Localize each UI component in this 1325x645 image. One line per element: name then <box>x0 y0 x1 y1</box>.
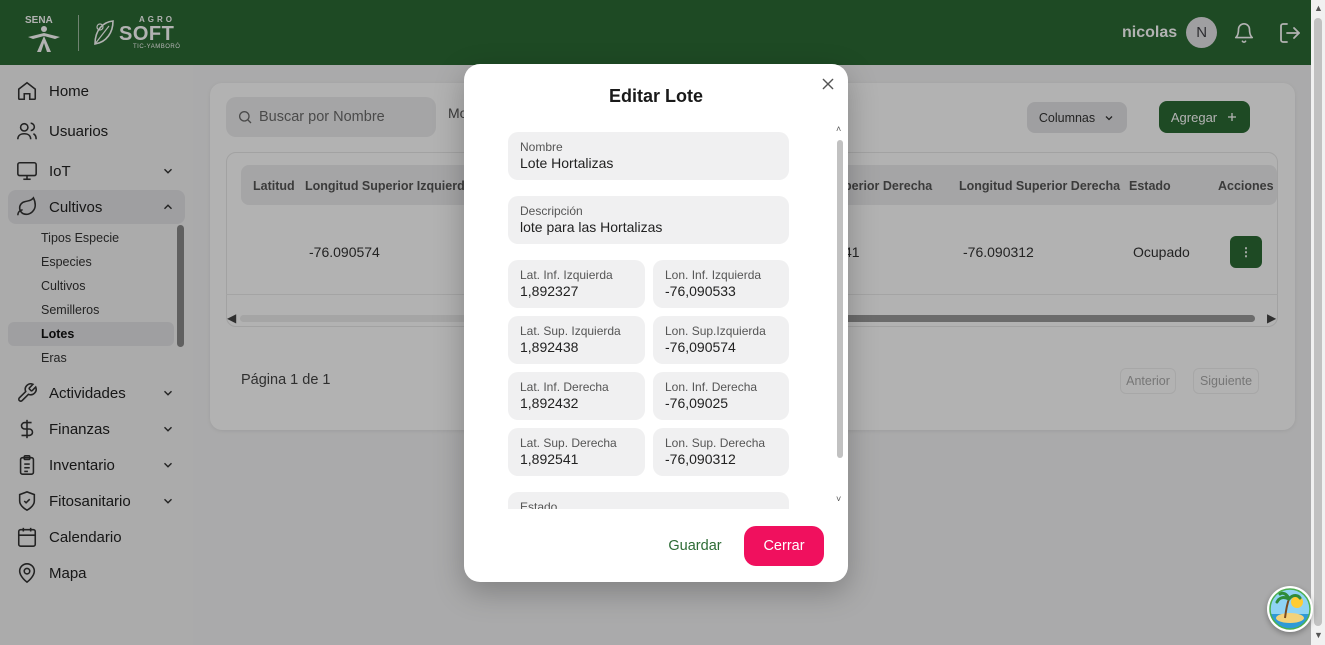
field-label: Lat. Sup. Derecha <box>520 436 617 450</box>
field-label: Lon. Sup. Derecha <box>665 436 766 450</box>
close-icon[interactable] <box>821 77 835 91</box>
lon-sup-izq-field[interactable]: Lon. Sup.Izquierda -76,090574 <box>653 316 789 364</box>
modal-body: Nombre Lote Hortalizas Descripción lote … <box>464 124 848 509</box>
scroll-up-icon[interactable]: ˄ <box>836 124 841 134</box>
field-value[interactable]: Lote Hortalizas <box>520 155 613 171</box>
lat-inf-der-field[interactable]: Lat. Inf. Derecha 1,892432 <box>508 372 645 420</box>
floating-assistant-button[interactable] <box>1267 586 1313 632</box>
field-value[interactable]: -76,090574 <box>665 339 736 355</box>
field-value[interactable]: lote para las Hortalizas <box>520 219 662 235</box>
descripcion-field[interactable]: Descripción lote para las Hortalizas <box>508 196 789 244</box>
lat-sup-izq-field[interactable]: Lat. Sup. Izquierda 1,892438 <box>508 316 645 364</box>
modal-scrollbar[interactable]: ˄ ˅ <box>836 124 844 509</box>
cancel-button[interactable]: Cerrar <box>744 526 824 566</box>
lat-inf-izq-field[interactable]: Lat. Inf. Izquierda 1,892327 <box>508 260 645 308</box>
field-value[interactable]: -76,09025 <box>665 395 728 411</box>
field-label: Lon. Inf. Derecha <box>665 380 758 394</box>
field-label: Lat. Inf. Derecha <box>520 380 609 394</box>
scroll-down-icon[interactable]: ▼ <box>1314 630 1323 640</box>
field-label: Lon. Sup.Izquierda <box>665 324 766 338</box>
scroll-down-icon[interactable]: ˅ <box>836 494 841 504</box>
field-value[interactable]: 1,892438 <box>520 339 578 355</box>
save-button[interactable]: Guardar <box>654 526 736 566</box>
field-value[interactable]: 1,892541 <box>520 451 578 467</box>
field-label: Lon. Inf. Izquierda <box>665 268 762 282</box>
lat-sup-der-field[interactable]: Lat. Sup. Derecha 1,892541 <box>508 428 645 476</box>
field-value[interactable]: 1,892432 <box>520 395 578 411</box>
island-icon <box>1269 588 1311 630</box>
estado-field[interactable]: Estado <box>508 492 789 509</box>
modal-title: Editar Lote <box>608 86 703 106</box>
field-label: Nombre <box>520 140 563 154</box>
modal-scrollbar-thumb[interactable] <box>837 140 843 458</box>
scroll-up-icon[interactable]: ▲ <box>1314 3 1323 13</box>
lon-sup-der-field[interactable]: Lon. Sup. Derecha -76,090312 <box>653 428 789 476</box>
field-label: Lat. Sup. Izquierda <box>520 324 621 338</box>
field-value[interactable]: 1,892327 <box>520 283 578 299</box>
page-scrollbar-thumb[interactable] <box>1314 18 1322 626</box>
lon-inf-der-field[interactable]: Lon. Inf. Derecha -76,09025 <box>653 372 789 420</box>
field-label: Lat. Inf. Izquierda <box>520 268 613 282</box>
nombre-field[interactable]: Nombre Lote Hortalizas <box>508 132 789 180</box>
field-value[interactable]: -76,090312 <box>665 451 736 467</box>
lon-inf-izq-field[interactable]: Lon. Inf. Izquierda -76,090533 <box>653 260 789 308</box>
field-label: Descripción <box>520 204 583 218</box>
page-scrollbar[interactable]: ▲ ▼ <box>1311 0 1325 645</box>
field-label: Estado <box>520 500 558 509</box>
edit-lote-modal: Editar Lote Nombre Lote Hortalizas Descr… <box>464 64 848 582</box>
field-value[interactable]: -76,090533 <box>665 283 736 299</box>
